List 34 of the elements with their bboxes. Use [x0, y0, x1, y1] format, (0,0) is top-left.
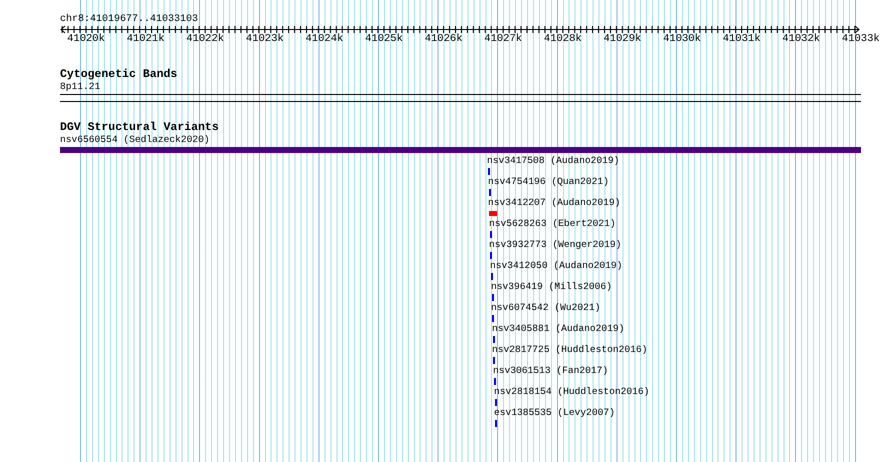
- track-title: DGV Structural Variants: [60, 122, 219, 134]
- variant-label: nsv3412050 (Audano2019): [490, 260, 622, 271]
- variant-bar[interactable]: [489, 211, 497, 216]
- tick-label: 41023k: [246, 34, 284, 45]
- variant-label: nsv3932773 (Wenger2019): [489, 239, 622, 250]
- tick-label: 41025k: [365, 34, 403, 45]
- variant-label: nsv6074542 (Wu2021): [491, 302, 600, 313]
- variant-label: nsv5628263 (Ebert2021): [489, 218, 616, 229]
- variant-label: esv1385535 (Levy2007): [494, 407, 615, 418]
- tick-label: 41026k: [424, 34, 462, 45]
- tick-label: 41028k: [544, 34, 582, 45]
- tick-label: 41021k: [126, 34, 164, 45]
- track-title: Cytogenetic Bands: [60, 69, 178, 81]
- variant-bar[interactable]: [60, 147, 861, 153]
- variant-label: nsv2818154 (Huddleston2016): [494, 386, 650, 397]
- tick-label: 41029k: [603, 34, 642, 45]
- location-label: chr8:41019677..41033103: [60, 14, 200, 25]
- tick-label: 41022k: [186, 34, 224, 45]
- variant-label: nsv2817725 (Huddleston2016): [492, 344, 648, 355]
- tick-label: 41027k: [484, 34, 522, 45]
- variant-label: nsv6560554 (Sedlazeck2020): [60, 134, 210, 145]
- variant-label: nsv396419 (Mills2006): [491, 281, 612, 292]
- variant-label: nsv3405881 (Audano2019): [492, 323, 624, 334]
- variant-label: nsv3061513 (Fan2017): [493, 365, 608, 376]
- tick-label: 41020k: [67, 34, 105, 45]
- tick-label: 41030k: [663, 34, 701, 45]
- tick-label: 41024k: [305, 34, 344, 45]
- variant-label: nsv4754196 (Quan2021): [488, 176, 609, 187]
- variant-label: nsv3412207 (Audano2019): [488, 197, 620, 208]
- tick-label: 41033k: [842, 34, 880, 45]
- tick-label: 41032k: [782, 34, 820, 45]
- tick-label: 41031k: [722, 34, 760, 45]
- variant-label: nsv3417508 (Audano2019): [487, 155, 620, 166]
- band-label: 8p11.21: [60, 81, 100, 92]
